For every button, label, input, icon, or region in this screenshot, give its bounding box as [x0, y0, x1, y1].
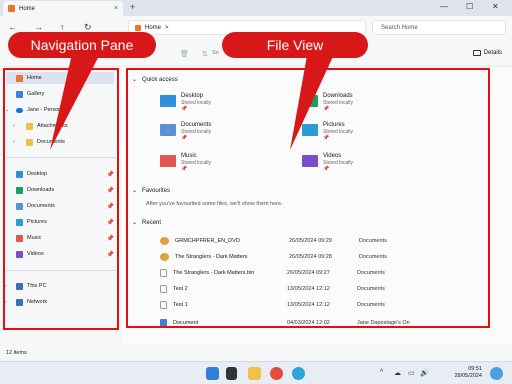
file-view-callout: File View: [222, 32, 368, 58]
arrow-nav: [50, 54, 100, 150]
navigation-pane-callout: Navigation Pane: [8, 32, 156, 58]
arrow-file: [290, 50, 336, 150]
